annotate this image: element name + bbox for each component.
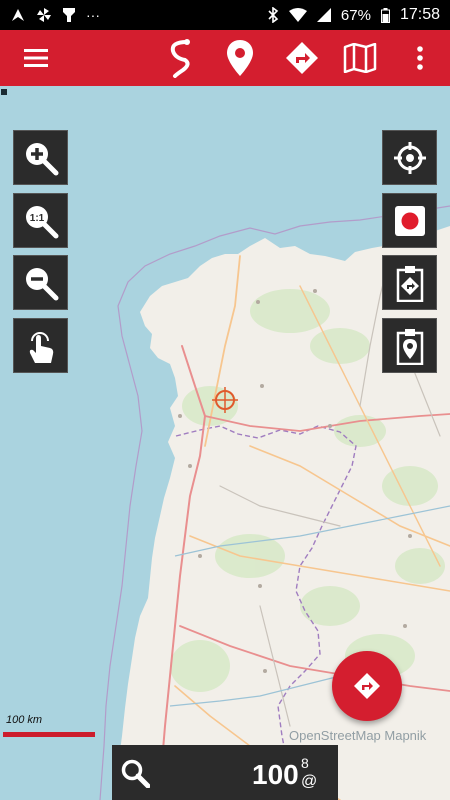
zoom-in-icon xyxy=(25,142,58,175)
zoom-reset-icon: 1:1 xyxy=(25,205,58,238)
touch-mode-button[interactable] xyxy=(13,318,68,373)
search-icon xyxy=(121,759,150,788)
status-left: ··· xyxy=(10,7,100,23)
route-icon xyxy=(170,39,190,78)
map-pin-button[interactable] xyxy=(218,30,262,86)
navigate-fab[interactable] xyxy=(332,651,402,721)
overflow-menu-button[interactable] xyxy=(402,30,438,86)
map-icon xyxy=(343,43,377,73)
route-list-button[interactable] xyxy=(382,255,437,310)
pinwheel-icon xyxy=(37,8,51,22)
map-pin-icon xyxy=(227,40,253,76)
status-bar: ··· 67% 17:58 xyxy=(0,0,450,30)
record-icon xyxy=(394,205,425,236)
battery-icon xyxy=(380,7,390,23)
map-attribution: OpenStreetMap Mapnik xyxy=(289,728,427,743)
scale-bar xyxy=(3,732,95,737)
zoom-value: 100 xyxy=(252,759,299,790)
bottom-panel: 100 8 @ xyxy=(112,745,338,800)
zoom-superscript: 8 xyxy=(301,755,309,771)
clock: 17:58 xyxy=(399,6,440,23)
zoom-out-icon xyxy=(25,267,58,300)
map-button[interactable] xyxy=(338,30,382,86)
battery-percent: 67% xyxy=(340,6,371,24)
zoom-subscript: @ xyxy=(301,773,318,790)
clipboard-route-icon xyxy=(396,265,423,302)
directions-icon xyxy=(286,42,318,74)
navigation-icon xyxy=(12,9,24,21)
directions-icon xyxy=(354,673,380,699)
waypoint-list-button[interactable] xyxy=(382,318,437,373)
status-right: 67% 17:58 xyxy=(267,6,440,24)
signal-icon xyxy=(316,8,331,22)
touch-icon xyxy=(29,331,53,363)
bluetooth-icon xyxy=(268,7,279,23)
flashlight-icon xyxy=(63,8,75,22)
wifi-icon xyxy=(288,8,307,22)
search-button[interactable] xyxy=(116,754,154,792)
more-dots-icon: ··· xyxy=(86,7,100,23)
crosshair-icon xyxy=(393,141,426,174)
route-button[interactable] xyxy=(160,30,200,86)
svg-text:1:1: 1:1 xyxy=(29,213,44,224)
center-location-button[interactable] xyxy=(382,130,437,185)
app-bar xyxy=(0,30,450,86)
zoom-reset-button[interactable]: 1:1 xyxy=(13,193,68,248)
corner-marker xyxy=(1,89,7,95)
record-track-button[interactable] xyxy=(382,193,437,248)
map-view[interactable]: 1:1 100 km OpenStreetMap Mapnik xyxy=(0,86,450,800)
menu-button[interactable] xyxy=(12,30,60,86)
zoom-in-button[interactable] xyxy=(13,130,68,185)
clipboard-pin-icon xyxy=(396,328,423,365)
menu-icon xyxy=(24,49,48,67)
overflow-icon xyxy=(417,46,423,70)
zoom-out-button[interactable] xyxy=(13,255,68,310)
directions-button[interactable] xyxy=(280,30,324,86)
scale-label: 100 km xyxy=(6,714,43,726)
